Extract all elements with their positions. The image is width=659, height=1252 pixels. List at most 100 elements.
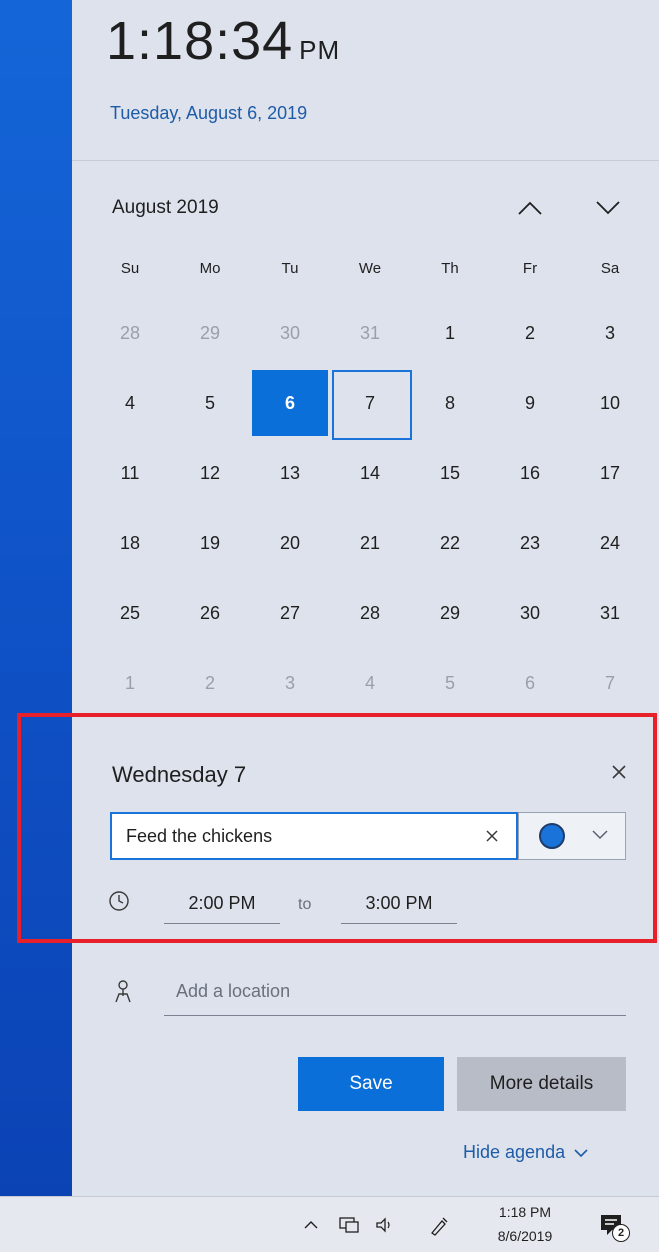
calendar-day[interactable]: 31: [330, 300, 410, 370]
calendar-day[interactable]: 11: [90, 440, 170, 510]
pen-workspace-button[interactable]: [426, 1214, 452, 1238]
day-number: 2: [204, 672, 215, 693]
calendar-day[interactable]: 3: [250, 650, 330, 720]
calendar-day[interactable]: 12: [170, 440, 250, 510]
calendar-day[interactable]: 27: [250, 580, 330, 650]
day-number: 6: [524, 672, 535, 693]
calendar-day[interactable]: 9: [490, 370, 570, 440]
hide-agenda-link[interactable]: Hide agenda: [463, 1142, 589, 1163]
day-number: 10: [599, 392, 621, 413]
calendar-day[interactable]: 5: [410, 650, 490, 720]
clock-icon: [109, 891, 129, 911]
day-number: 17: [599, 462, 621, 483]
desktop-background: [0, 0, 72, 1196]
calendar-day[interactable]: 23: [490, 510, 570, 580]
location-input[interactable]: [164, 968, 626, 1016]
calendar-day[interactable]: 7: [570, 650, 650, 720]
calendar-day[interactable]: 1: [410, 300, 490, 370]
color-swatch: [539, 823, 565, 849]
calendar-day[interactable]: 8: [410, 370, 490, 440]
volume-button[interactable]: [372, 1214, 398, 1236]
day-number: 30: [519, 602, 541, 623]
calendar-day[interactable]: 26: [170, 580, 250, 650]
calendar-day[interactable]: 31: [570, 580, 650, 650]
network-button[interactable]: [336, 1214, 362, 1236]
calendar-day[interactable]: 14: [330, 440, 410, 510]
chevron-up-icon: [518, 201, 542, 215]
calendar-day[interactable]: 4: [330, 650, 410, 720]
notification-count-badge: 2: [612, 1224, 630, 1242]
day-number: 25: [119, 602, 141, 623]
weekday-label: Mo: [199, 260, 221, 277]
previous-month-button[interactable]: [512, 190, 548, 226]
day-number: 24: [599, 532, 621, 553]
calendar-day[interactable]: 1: [90, 650, 170, 720]
day-number: 15: [439, 462, 461, 483]
current-date-link[interactable]: Tuesday, August 6, 2019: [110, 103, 307, 124]
close-icon: [486, 830, 498, 842]
calendar-day[interactable]: 30: [490, 580, 570, 650]
calendar-day[interactable]: 2: [490, 300, 570, 370]
day-number: 13: [279, 462, 301, 483]
calendar-day-today[interactable]: 6: [250, 370, 330, 440]
day-number: 22: [439, 532, 461, 553]
day-number: 9: [524, 392, 535, 413]
calendar-day[interactable]: 25: [90, 580, 170, 650]
day-number: 4: [124, 392, 135, 413]
calendar-day[interactable]: 2: [170, 650, 250, 720]
close-icon: [612, 765, 626, 779]
day-number: 21: [359, 532, 381, 553]
network-icon: [339, 1217, 359, 1233]
calendar-day[interactable]: 4: [90, 370, 170, 440]
chevron-up-icon: [304, 1221, 318, 1229]
event-day-title: Wednesday 7: [112, 762, 247, 787]
calendar-day[interactable]: 3: [570, 300, 650, 370]
day-number: 12: [199, 462, 221, 483]
calendar-day[interactable]: 24: [570, 510, 650, 580]
clear-input-button[interactable]: [482, 826, 502, 846]
calendar-day[interactable]: 13: [250, 440, 330, 510]
calendar-day[interactable]: 28: [90, 300, 170, 370]
calendar-day[interactable]: 21: [330, 510, 410, 580]
calendar-day[interactable]: 29: [170, 300, 250, 370]
calendar-day[interactable]: 6: [490, 650, 570, 720]
weekday-label: Su: [120, 260, 140, 277]
save-button[interactable]: Save: [298, 1057, 444, 1111]
day-number: 6: [284, 392, 295, 413]
next-month-button[interactable]: [590, 190, 626, 226]
divider: [72, 160, 659, 161]
chevron-down-icon: [592, 830, 608, 840]
day-number: 27: [279, 602, 301, 623]
more-details-button[interactable]: More details: [457, 1057, 626, 1111]
calendar-day[interactable]: 20: [250, 510, 330, 580]
end-time-picker[interactable]: 3:00 PM: [341, 884, 457, 924]
start-time-picker[interactable]: 2:00 PM: [164, 884, 280, 924]
calendar-day[interactable]: 17: [570, 440, 650, 510]
show-hidden-icons-button[interactable]: [300, 1214, 322, 1236]
close-event-button[interactable]: [605, 758, 633, 786]
calendar-day[interactable]: 5: [170, 370, 250, 440]
day-number: 28: [359, 602, 381, 623]
calendar-day[interactable]: 28: [330, 580, 410, 650]
taskbar-clock[interactable]: 1:18 PM 8/6/2019: [490, 1200, 560, 1248]
event-color-picker[interactable]: [518, 812, 626, 860]
calendar-day[interactable]: 30: [250, 300, 330, 370]
calendar-day[interactable]: 18: [90, 510, 170, 580]
calendar-day[interactable]: 16: [490, 440, 570, 510]
taskbar: [0, 1196, 659, 1252]
day-number: 7: [364, 392, 375, 413]
calendar-day[interactable]: 19: [170, 510, 250, 580]
weekday-label: Fr: [522, 260, 538, 277]
event-name-input[interactable]: [110, 812, 518, 860]
month-title[interactable]: August 2019: [112, 197, 219, 219]
day-number: 3: [604, 322, 615, 343]
action-center-button[interactable]: 2: [598, 1212, 634, 1244]
calendar-day[interactable]: 29: [410, 580, 490, 650]
weekday-header: Su Mo Tu We Th Fr Sa: [90, 260, 650, 284]
calendar-day[interactable]: 15: [410, 440, 490, 510]
calendar-day[interactable]: 22: [410, 510, 490, 580]
calendar-day[interactable]: 10: [570, 370, 650, 440]
day-number: 31: [359, 322, 381, 343]
calendar-day-selected[interactable]: 7: [330, 370, 412, 440]
weekday-label: We: [358, 260, 382, 277]
